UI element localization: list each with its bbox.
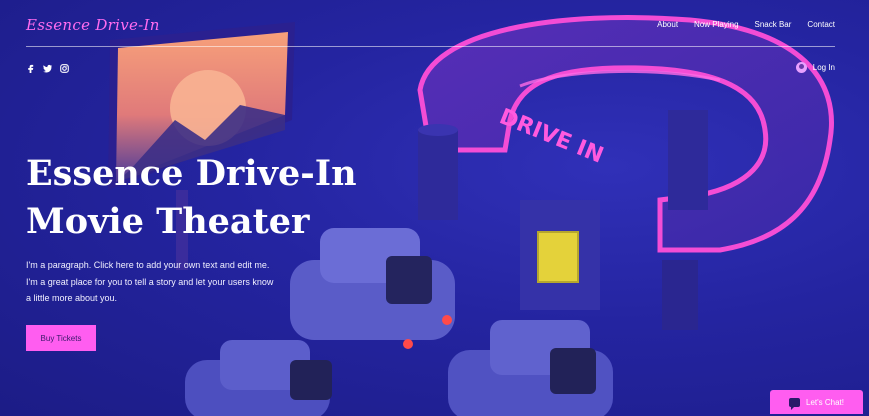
header-divider [26,46,835,47]
nav-item-snack-bar[interactable]: Snack Bar [755,20,792,29]
hero-title: Essence Drive-In Movie Theater [26,150,357,246]
car-bottom-right [448,320,613,416]
instagram-icon[interactable] [60,64,69,73]
login-link[interactable]: Log In [795,62,835,73]
social-links [26,64,69,73]
hero-paragraph: I'm a paragraph. Click here to add your … [26,257,273,307]
twitter-icon[interactable] [43,64,52,73]
drive-in-arch [417,15,834,330]
main-nav: About Now Playing Snack Bar Contact [657,20,835,29]
chat-button[interactable]: Let's Chat! [770,390,863,414]
drive-in-neon-sign: DRIVE IN [496,104,607,168]
hero-title-line-2: Movie Theater [26,201,310,242]
nav-item-now-playing[interactable]: Now Playing [694,20,738,29]
car-center [290,228,455,349]
hero-paragraph-line-2: I'm a great place for you to tell a stor… [26,276,274,287]
chat-label: Let's Chat! [806,397,844,407]
hero-paragraph-line-3: a little more about you. [26,293,118,303]
site-logo[interactable]: Essence Drive-In [26,16,160,34]
car-bottom-left [185,340,332,416]
buy-tickets-button[interactable]: Buy Tickets [26,325,96,351]
login-label: Log In [812,63,835,72]
hero-paragraph-line-1: I'm a paragraph. Click here to add your … [26,260,270,270]
facebook-icon[interactable] [26,64,35,73]
chat-bubble-icon [789,397,800,410]
nav-item-contact[interactable]: Contact [807,20,835,29]
user-avatar-icon [795,62,807,73]
nav-item-about[interactable]: About [657,20,678,29]
hero-title-line-1: Essence Drive-In [26,153,357,194]
